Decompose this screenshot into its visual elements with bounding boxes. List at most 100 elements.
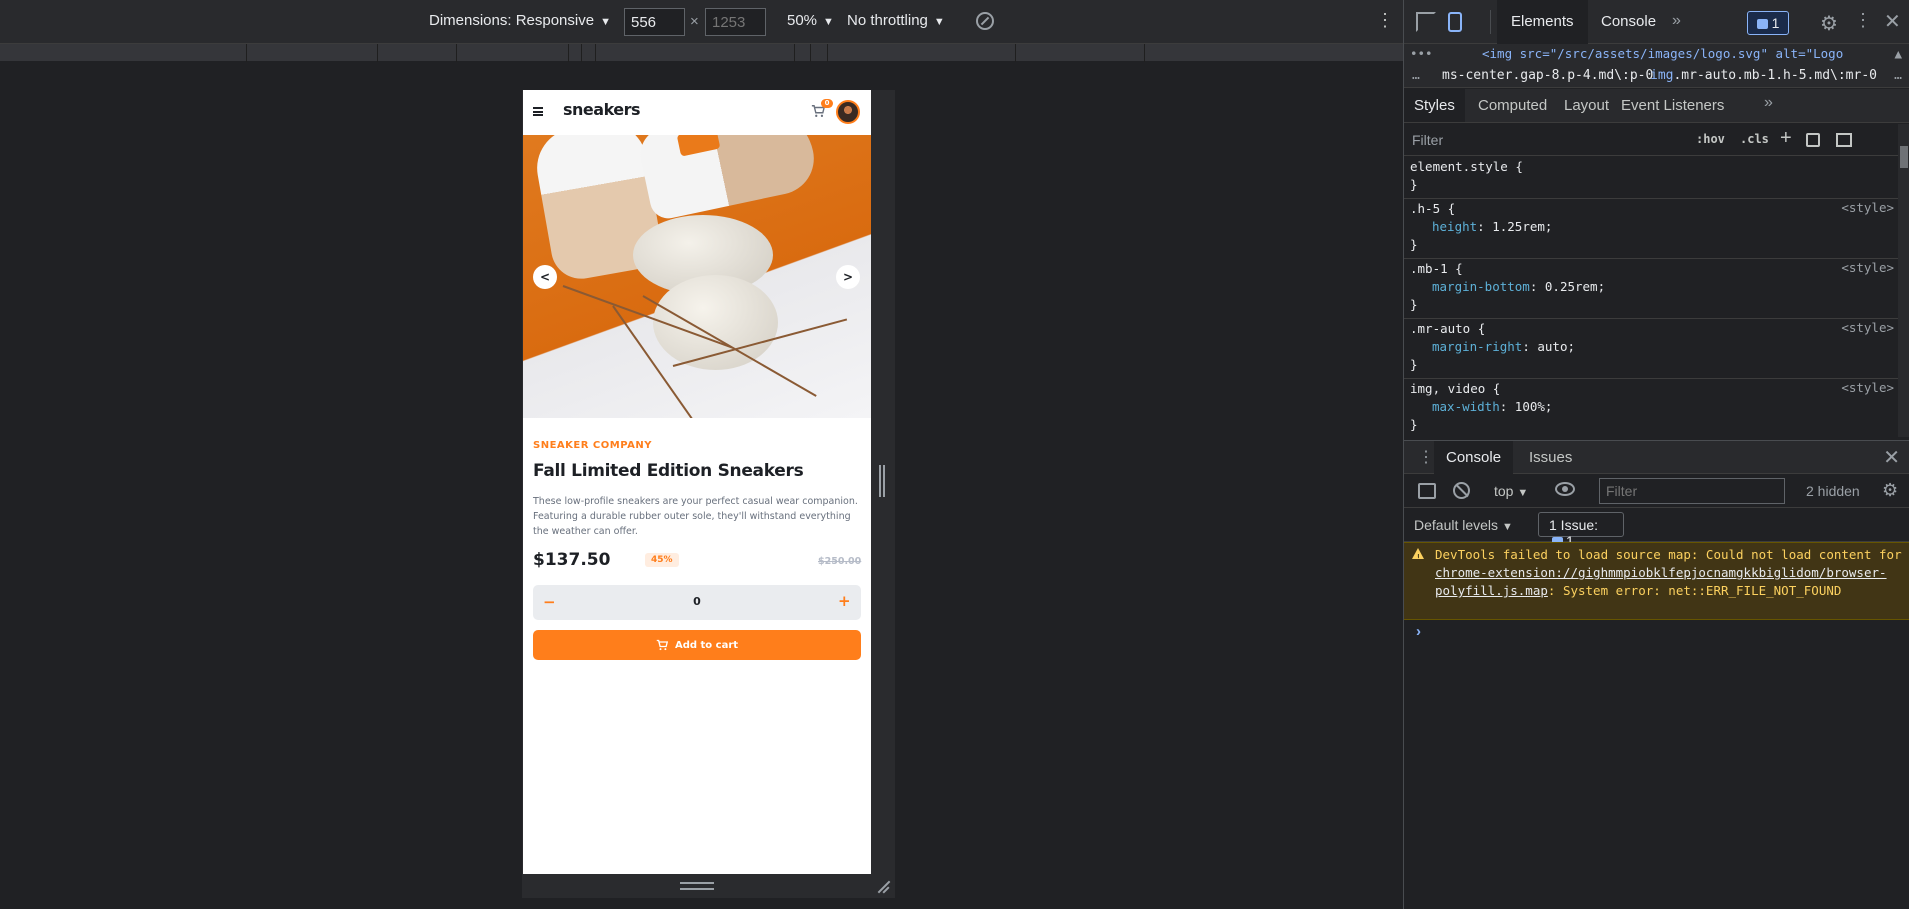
chevron-right-icon: > — [842, 270, 854, 284]
messages-badge[interactable]: 1 — [1747, 11, 1789, 35]
css-property[interactable]: margin-right — [1432, 339, 1522, 354]
height-input[interactable] — [705, 8, 766, 36]
gear-icon[interactable]: ⚙ — [1882, 480, 1898, 501]
close-drawer-icon[interactable]: ✕ — [1883, 445, 1900, 470]
caret-down-icon: ▼ — [600, 16, 611, 28]
ellipsis-icon[interactable]: … — [1412, 64, 1420, 88]
caret-down-icon: ▼ — [933, 16, 945, 28]
class-toggle[interactable]: .cls — [1740, 132, 1769, 146]
message-icon — [1756, 19, 1768, 29]
css-selector[interactable]: .mb-1 { — [1410, 260, 1898, 278]
throttling-dropdown[interactable]: No throttling ▼ — [847, 12, 945, 29]
cart-count-badge: 0 — [821, 99, 833, 108]
css-property[interactable]: max-width — [1432, 399, 1500, 414]
dimensions-dropdown[interactable]: Dimensions: Responsive ▼ — [429, 12, 611, 29]
drawer-menu-icon[interactable]: ⋮ — [1418, 447, 1434, 467]
zoom-dropdown[interactable]: 50% ▼ — [787, 12, 834, 29]
more-tabs-icon[interactable]: » — [1764, 94, 1773, 112]
resize-handle-right[interactable] — [879, 465, 885, 497]
css-rule-source[interactable]: <style> — [1841, 380, 1894, 395]
previous-image-button[interactable]: < — [533, 265, 557, 289]
console-filter-input[interactable] — [1599, 478, 1785, 504]
logo[interactable]: sneakers — [563, 100, 641, 119]
tab-console-drawer[interactable]: Console — [1434, 441, 1514, 474]
inspect-element-icon[interactable] — [1416, 12, 1436, 32]
more-options-icon[interactable]: ⋮ — [1854, 10, 1872, 31]
scroll-up-icon[interactable]: ▲ — [1894, 44, 1902, 64]
css-rule[interactable]: .h-5 {<style> height: 1.25rem;} — [1404, 199, 1898, 259]
new-rule-icon[interactable]: + — [1780, 127, 1792, 150]
css-declaration[interactable]: margin-right: auto; — [1410, 338, 1898, 356]
css-declaration[interactable]: max-width: 100%; — [1410, 398, 1898, 416]
styles-filter-input[interactable]: Filter — [1412, 132, 1443, 148]
breadcrumb-item[interactable]: ms-center.gap-8.p-4.md\:p-0 — [1442, 64, 1653, 88]
dom-tree-line[interactable]: ••• <img src="/src/assets/images/logo.sv… — [1404, 44, 1909, 64]
site-header: sneakers 0 — [523, 90, 871, 135]
css-rule[interactable]: element.style {} — [1404, 157, 1898, 199]
resize-handle-corner[interactable] — [876, 879, 890, 893]
increase-quantity-button[interactable]: + — [838, 592, 851, 610]
css-selector[interactable]: element.style { — [1410, 158, 1898, 176]
css-declaration[interactable]: margin-bottom: 0.25rem; — [1410, 278, 1898, 296]
tab-computed[interactable]: Computed — [1468, 89, 1557, 122]
css-rule-close: } — [1410, 297, 1418, 312]
tab-console[interactable]: Console — [1587, 0, 1670, 44]
tab-issues[interactable]: Issues — [1529, 441, 1572, 474]
css-selector[interactable]: img, video { — [1410, 380, 1898, 398]
product-description: These low-profile sneakers are your perf… — [533, 496, 858, 537]
css-rule-source[interactable]: <style> — [1841, 320, 1894, 335]
css-rule-source[interactable]: <style> — [1841, 200, 1894, 215]
tab-styles[interactable]: Styles — [1404, 89, 1465, 122]
css-rule[interactable]: img, video {<style> max-width: 100%;} — [1404, 379, 1898, 437]
css-value[interactable]: 0.25rem; — [1545, 279, 1605, 294]
more-options-icon[interactable]: ⋮ — [1376, 10, 1394, 31]
css-rule-close: } — [1410, 177, 1418, 192]
sidebar-toggle-icon[interactable] — [1418, 483, 1436, 499]
paint-icon[interactable] — [1806, 133, 1820, 147]
menu-icon[interactable] — [533, 107, 543, 116]
css-property[interactable]: height — [1432, 219, 1477, 234]
css-value[interactable]: 1.25rem; — [1492, 219, 1552, 234]
emulated-page: sneakers 0 < > SNEAKER COMPANY Fall Limi… — [523, 90, 871, 874]
toggle-sidebar-icon[interactable] — [1836, 133, 1852, 147]
context-selector[interactable]: top ▼ — [1494, 483, 1528, 499]
log-levels-dropdown[interactable]: Default levels ▼ — [1414, 517, 1513, 533]
rotate-icon[interactable] — [976, 12, 994, 30]
gear-icon[interactable]: ⚙ — [1820, 11, 1838, 36]
css-rule[interactable]: .mb-1 {<style> margin-bottom: 0.25rem;} — [1404, 259, 1898, 319]
avatar[interactable] — [836, 100, 860, 124]
tab-elements[interactable]: Elements — [1497, 0, 1588, 44]
hover-state-toggle[interactable]: :hov — [1696, 132, 1725, 146]
close-icon[interactable]: ✕ — [1884, 9, 1901, 34]
tab-event-listeners[interactable]: Event Listeners — [1611, 89, 1734, 122]
more-tabs-icon[interactable]: » — [1672, 12, 1681, 30]
css-selector[interactable]: .h-5 { — [1410, 200, 1898, 218]
levels-label: Default levels — [1414, 517, 1499, 533]
css-property[interactable]: margin-bottom — [1432, 279, 1530, 294]
price: $137.50 — [533, 550, 611, 570]
add-to-cart-button[interactable]: Add to cart — [533, 630, 861, 660]
messages-count: 1 — [1771, 15, 1780, 31]
chevron-left-icon: < — [539, 270, 551, 284]
scrollbar[interactable] — [1898, 124, 1909, 437]
eye-icon[interactable] — [1555, 482, 1575, 496]
zoom-label: 50% — [787, 12, 818, 29]
ellipsis-icon[interactable]: … — [1894, 64, 1902, 88]
breadcrumb-item-selected[interactable]: img.mr-auto.mb-1.h-5.md\:mr-0 — [1650, 64, 1877, 88]
css-rule[interactable]: .mr-auto {<style> margin-right: auto;} — [1404, 319, 1898, 379]
next-image-button[interactable]: > — [836, 265, 860, 289]
console-prompt-icon[interactable]: › — [1416, 623, 1421, 640]
tab-layout[interactable]: Layout — [1554, 89, 1619, 122]
clear-console-icon[interactable] — [1453, 482, 1470, 499]
scrollbar-thumb[interactable] — [1900, 146, 1908, 168]
css-selector[interactable]: .mr-auto { — [1410, 320, 1898, 338]
css-value[interactable]: 100%; — [1515, 399, 1553, 414]
device-toggle-icon[interactable] — [1448, 12, 1462, 32]
issues-button[interactable]: 1 Issue:1 — [1538, 512, 1624, 549]
css-declaration[interactable]: height: 1.25rem; — [1410, 218, 1898, 236]
css-rule-source[interactable]: <style> — [1841, 260, 1894, 275]
css-value[interactable]: auto; — [1537, 339, 1575, 354]
resize-handle-bottom[interactable] — [680, 882, 714, 890]
console-warning: DevTools failed to load source map: Coul… — [1404, 542, 1909, 620]
width-input[interactable] — [624, 8, 685, 36]
